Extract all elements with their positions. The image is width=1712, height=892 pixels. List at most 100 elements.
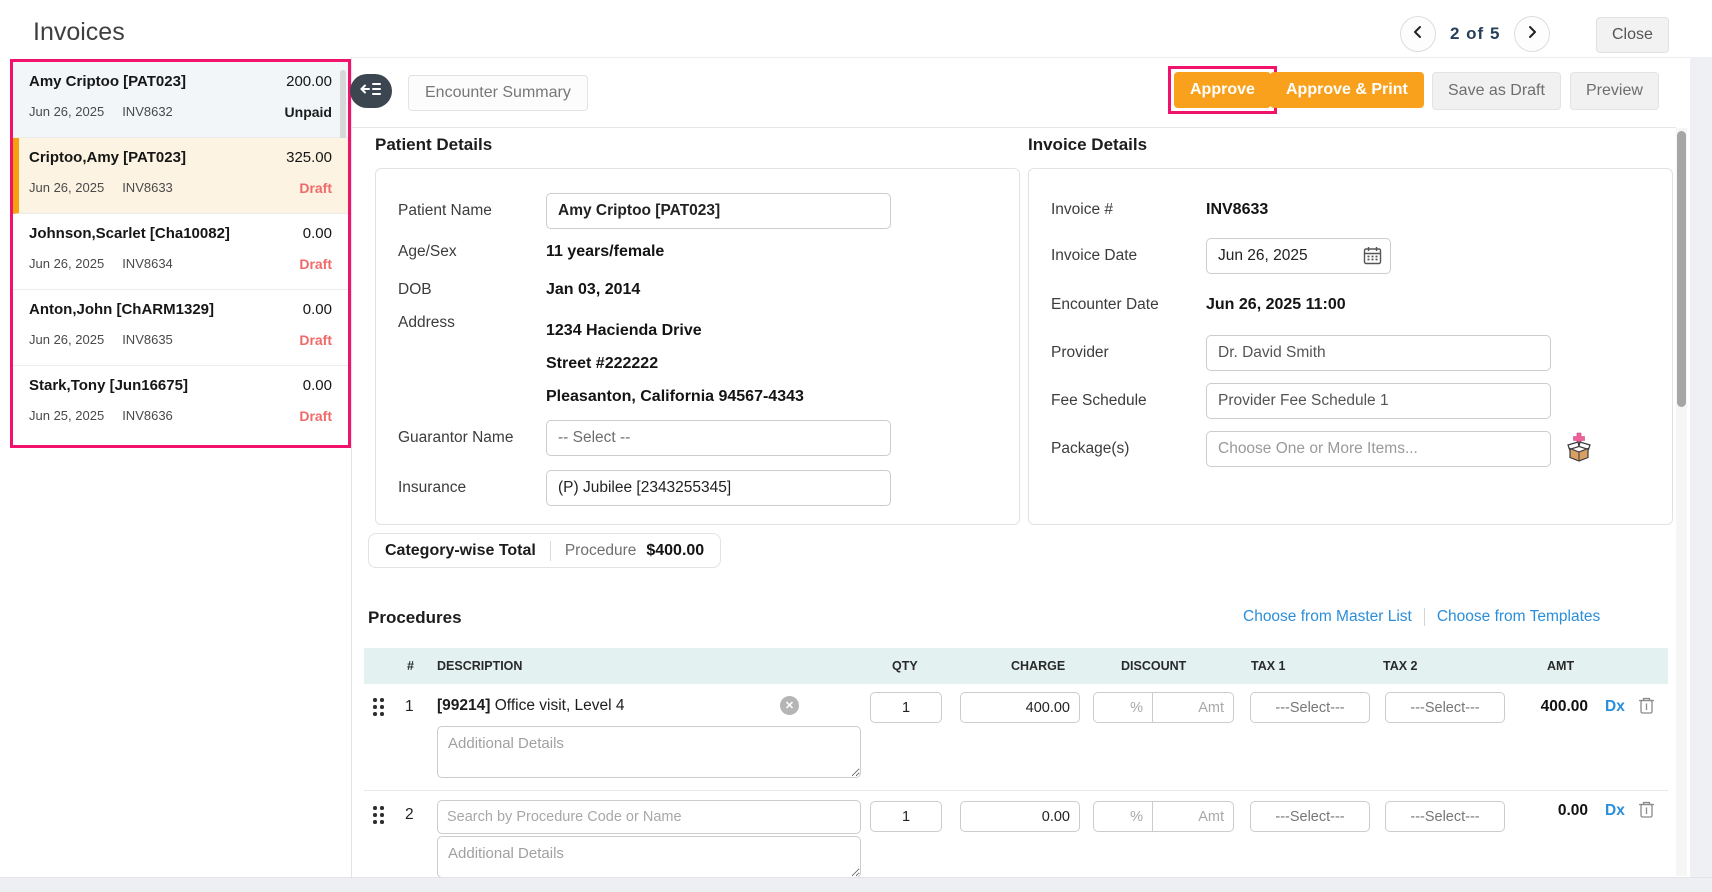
toolbar-divider xyxy=(352,127,1676,128)
procedure-name: Office visit, Level 4 xyxy=(490,696,625,714)
packages-field[interactable] xyxy=(1206,431,1551,467)
prev-page-button[interactable] xyxy=(1400,16,1436,52)
divider xyxy=(1423,608,1425,626)
remove-procedure-icon[interactable]: ✕ xyxy=(780,696,799,715)
category-total-label: Category-wise Total xyxy=(385,541,536,559)
col-qty: QTY xyxy=(892,659,918,673)
discount-percent-input[interactable] xyxy=(1093,692,1153,723)
procedure-search-input[interactable] xyxy=(437,800,861,834)
provider-field[interactable] xyxy=(1206,335,1551,371)
row-divider xyxy=(364,790,1668,791)
row-number: 2 xyxy=(405,806,414,823)
collapse-sidebar-icon xyxy=(360,81,382,102)
amount-value: 400.00 xyxy=(1540,698,1588,715)
insurance-label: Insurance xyxy=(398,479,467,496)
age-sex-label: Age/Sex xyxy=(398,243,457,260)
invoice-amount: 0.00 xyxy=(302,225,332,242)
page-gutter xyxy=(1690,57,1712,892)
charge-input[interactable] xyxy=(960,692,1080,723)
dx-link[interactable]: Dx xyxy=(1605,698,1625,716)
package-icon[interactable] xyxy=(1563,432,1595,467)
drag-handle-icon[interactable] xyxy=(373,698,384,716)
address-label: Address xyxy=(398,314,455,331)
col-tax1: TAX 1 xyxy=(1251,659,1286,673)
additional-details-textarea[interactable] xyxy=(437,836,861,878)
close-button[interactable]: Close xyxy=(1596,17,1669,53)
col-num: # xyxy=(407,659,414,673)
chevron-right-icon xyxy=(1525,25,1539,44)
encounter-date-label: Encounter Date xyxy=(1051,296,1159,313)
collapse-sidebar-button[interactable] xyxy=(350,74,392,108)
col-amt: AMT xyxy=(1547,659,1575,673)
next-page-button[interactable] xyxy=(1514,16,1551,52)
save-as-draft-button[interactable]: Save as Draft xyxy=(1432,72,1561,110)
category-amount: $400.00 xyxy=(646,541,705,559)
choose-from-master-list-link[interactable]: Choose from Master List xyxy=(1243,608,1412,626)
patient-name-label: Patient Name xyxy=(398,202,492,219)
category-name: Procedure xyxy=(564,541,637,559)
invoice-patient-name: Anton,John [ChARM1329] xyxy=(29,301,214,318)
trash-icon[interactable] xyxy=(1638,696,1655,720)
invoice-list-highlight-box: Amy Criptoo [PAT023] 200.00 Jun 26, 2025… xyxy=(10,59,351,448)
invoice-no-label: Invoice # xyxy=(1051,201,1114,218)
patient-name-field[interactable] xyxy=(546,193,891,229)
procedures-table-header: # DESCRIPTION QTY CHARGE DISCOUNT TAX 1 … xyxy=(364,648,1668,684)
discount-amount-input[interactable] xyxy=(1152,801,1234,832)
invoice-list-item[interactable]: Anton,John [ChARM1329] 0.00 Jun 26, 2025… xyxy=(13,290,348,366)
divider xyxy=(549,540,551,561)
tax1-select[interactable] xyxy=(1250,801,1370,832)
invoice-list-item[interactable]: Johnson,Scarlet [Cha10082] 0.00 Jun 26, … xyxy=(13,214,348,290)
discount-percent-input[interactable] xyxy=(1093,801,1153,832)
charge-input[interactable] xyxy=(960,801,1080,832)
fee-schedule-label: Fee Schedule xyxy=(1051,392,1147,409)
invoice-list-item[interactable]: Amy Criptoo [PAT023] 200.00 Jun 26, 2025… xyxy=(13,62,348,140)
drag-handle-icon[interactable] xyxy=(373,806,384,824)
invoice-details-title: Invoice Details xyxy=(1028,135,1148,154)
tax1-select[interactable] xyxy=(1250,692,1370,723)
col-charge: CHARGE xyxy=(1011,659,1066,673)
invoice-details-panel: Invoice # INV8633 Invoice Date Encounter… xyxy=(1028,168,1673,525)
invoice-patient-name: Amy Criptoo [PAT023] xyxy=(29,73,186,90)
invoice-amount: 0.00 xyxy=(302,301,332,318)
tax2-select[interactable] xyxy=(1385,692,1505,723)
row-number: 1 xyxy=(405,698,414,715)
guarantor-label: Guarantor Name xyxy=(398,429,514,446)
packages-label: Package(s) xyxy=(1051,440,1130,457)
trash-icon[interactable] xyxy=(1638,800,1655,824)
guarantor-select[interactable] xyxy=(546,420,891,456)
invoice-meta: Jun 26, 2025 INV8633 xyxy=(29,180,173,195)
calendar-icon[interactable] xyxy=(1363,246,1382,270)
invoice-amount: 0.00 xyxy=(302,377,332,394)
provider-label: Provider xyxy=(1051,344,1109,361)
tax2-select[interactable] xyxy=(1385,801,1505,832)
approve-button[interactable]: Approve xyxy=(1174,72,1271,108)
preview-button[interactable]: Preview xyxy=(1570,72,1659,110)
insurance-field[interactable] xyxy=(546,470,891,506)
sidebar-divider xyxy=(351,57,352,877)
col-discount: DISCOUNT xyxy=(1121,659,1187,673)
invoice-list-item[interactable]: Stark,Tony [Jun16675] 0.00 Jun 25, 2025 I… xyxy=(13,366,348,442)
procedure-code: [99214] xyxy=(437,696,491,714)
invoice-list-item-selected[interactable]: Criptoo,Amy [PAT023] 325.00 Jun 26, 2025… xyxy=(13,138,348,214)
chevron-left-icon xyxy=(1411,25,1425,44)
status-badge: Draft xyxy=(299,332,332,348)
main-scrollbar[interactable] xyxy=(1677,131,1686,407)
procedure-description[interactable]: [99214] Office visit, Level 4 ✕ xyxy=(437,696,799,715)
additional-details-textarea[interactable] xyxy=(437,726,861,778)
invoice-no-value: INV8633 xyxy=(1206,201,1269,218)
fee-schedule-field[interactable] xyxy=(1206,383,1551,419)
choose-from-templates-link[interactable]: Choose from Templates xyxy=(1437,608,1600,626)
patient-details-title: Patient Details xyxy=(375,135,493,154)
encounter-summary-button[interactable]: Encounter Summary xyxy=(408,75,588,111)
header-divider xyxy=(352,57,1690,58)
approve-highlight-box: Approve xyxy=(1168,66,1277,114)
invoice-amount: 325.00 xyxy=(286,149,332,166)
approve-print-button[interactable]: Approve & Print xyxy=(1270,72,1424,108)
list-scrollbar[interactable] xyxy=(340,70,346,140)
qty-input[interactable] xyxy=(870,801,942,832)
invoice-meta: Jun 26, 2025 INV8632 xyxy=(29,104,173,119)
discount-amount-input[interactable] xyxy=(1152,692,1234,723)
dx-link[interactable]: Dx xyxy=(1605,802,1625,820)
qty-input[interactable] xyxy=(870,692,942,723)
procedures-title: Procedures xyxy=(368,608,462,627)
